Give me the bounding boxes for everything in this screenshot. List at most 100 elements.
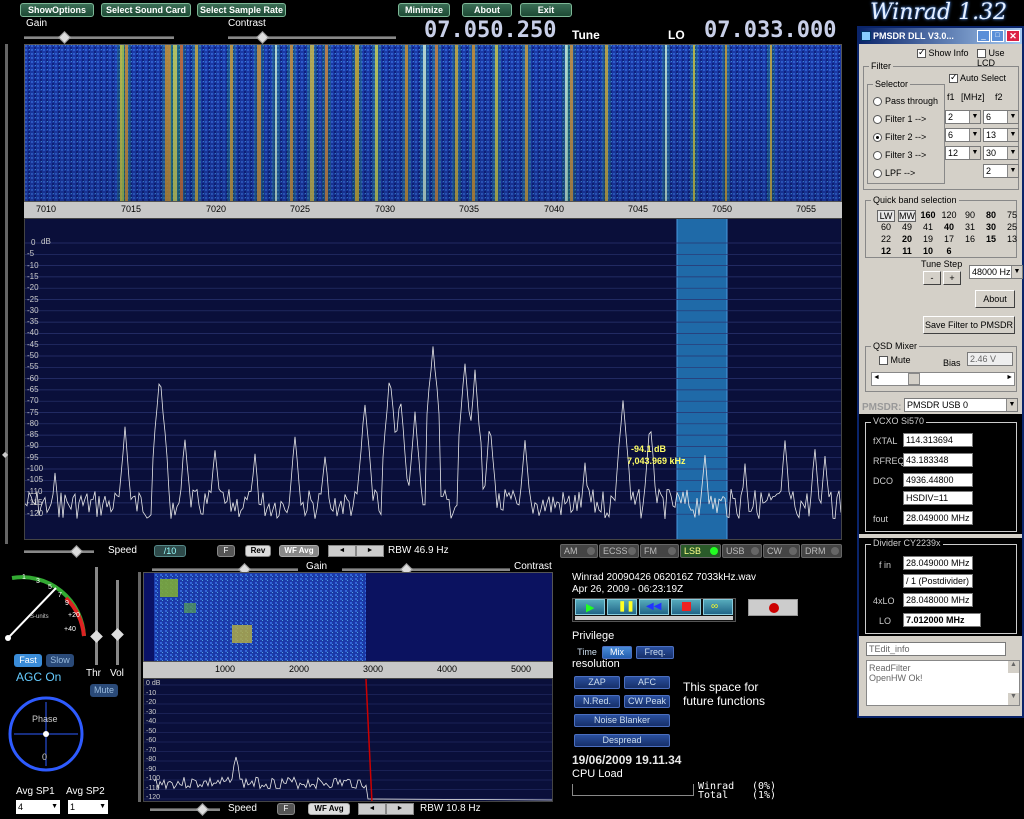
tune-frequency[interactable]: 07.050.250 — [424, 18, 556, 43]
band-button[interactable]: 15 — [982, 234, 1000, 244]
tune-step-minus[interactable]: - — [923, 271, 941, 285]
lower-rbw-up[interactable]: ► — [386, 803, 414, 815]
rbw-down-button[interactable]: ◄ — [328, 545, 356, 557]
log-scroll-down-icon[interactable]: ▼ — [1008, 693, 1019, 705]
band-button[interactable]: 40 — [940, 222, 958, 232]
mode-button-cw[interactable]: CW — [763, 544, 800, 558]
filter-radio-4[interactable]: LPF --> — [873, 168, 915, 179]
noise-blanker-button[interactable]: Noise Blanker — [574, 714, 670, 727]
f1-select[interactable]: 12 ▼ — [945, 146, 981, 160]
about-button[interactable]: About — [462, 3, 512, 17]
postdivider-field[interactable]: / 1 (Postdivider) — [903, 574, 973, 588]
band-button[interactable]: 30 — [982, 222, 1000, 232]
mute-checkbox[interactable]: Mute — [879, 355, 911, 366]
rewind-button[interactable]: ◀◀ — [639, 599, 669, 615]
f2-select[interactable]: 30 ▼ — [983, 146, 1019, 160]
window-close-icon[interactable]: ✕ — [1006, 30, 1020, 42]
band-button[interactable]: 31 — [961, 222, 979, 232]
filter-radio-0[interactable]: Pass through — [873, 96, 938, 107]
left-scroll-arrow-icon[interactable]: ◆ — [2, 450, 8, 459]
play-button[interactable]: ▶ — [575, 599, 605, 615]
contrast-slider[interactable] — [228, 31, 396, 44]
log-textarea[interactable]: ReadFilter OpenHW Ok! ▲ ▼ — [866, 660, 1020, 706]
lower-speed-knob[interactable] — [196, 803, 209, 816]
filter-radio-2[interactable]: Filter 2 --> — [873, 132, 926, 143]
x4lo-field[interactable]: 28.048000 MHz — [903, 593, 973, 607]
select-sound-card-button[interactable]: Select Sound Card — [101, 3, 191, 17]
exit-button[interactable]: Exit — [520, 3, 572, 17]
slow-button[interactable]: Slow — [46, 654, 74, 667]
lo-field[interactable]: 7.012000 MHz — [903, 613, 981, 627]
lower-wf-avg-button[interactable]: WF Avg — [308, 803, 350, 815]
waterfall-display[interactable] — [24, 44, 842, 202]
auto-select-checkbox[interactable]: Auto Select — [949, 72, 1006, 84]
bias-value[interactable]: 2.46 V — [967, 352, 1013, 366]
bias-slider[interactable]: ◄ ► — [871, 372, 1015, 386]
fast-button[interactable]: Fast — [14, 654, 42, 667]
window-minimize-icon[interactable]: _ — [977, 30, 990, 42]
lower-f-button[interactable]: F — [277, 803, 295, 815]
noise-reduction-button[interactable]: N.Red. — [574, 695, 620, 708]
stop-button[interactable] — [671, 599, 701, 615]
thr-slider[interactable] — [95, 567, 98, 665]
f2-select[interactable]: 6 ▼ — [983, 110, 1019, 124]
lower-gain-slider[interactable] — [152, 563, 298, 576]
wf-avg-button[interactable]: WF Avg — [279, 545, 319, 557]
mute-button[interactable]: Mute — [90, 684, 118, 697]
f2-select[interactable]: 2 ▼ — [983, 164, 1019, 178]
audio-spectrum[interactable]: 0 dB -10 -20 -30 -40 -50 -60 -70 -80 -90 -100 -110 -… — [143, 678, 553, 802]
mode-button-drm[interactable]: DRM — [801, 544, 842, 558]
band-button[interactable]: 60 — [877, 222, 895, 232]
band-button[interactable]: 17 — [940, 234, 958, 244]
zap-button[interactable]: ZAP — [574, 676, 620, 689]
filter-radio-3[interactable]: Filter 3 --> — [873, 150, 926, 161]
rbw-up-button[interactable]: ► — [356, 545, 384, 557]
band-button[interactable]: 19 — [919, 234, 937, 244]
bias-scroll-left-icon[interactable]: ◄ — [873, 374, 880, 381]
bias-scroll-thumb[interactable] — [908, 373, 920, 385]
avg-sp1-select[interactable]: 4 ▼ — [16, 800, 60, 814]
mode-button-fm[interactable]: FM — [640, 544, 679, 558]
mode-button-am[interactable]: AM — [560, 544, 598, 558]
tune-step-plus[interactable]: + — [943, 271, 961, 285]
show-options-button[interactable]: ShowOptions — [20, 3, 94, 17]
window-maximize-icon[interactable]: □ — [991, 30, 1004, 42]
afc-button[interactable]: AFC — [624, 676, 670, 689]
fxtal-field[interactable]: 114.313694 MHz — [903, 433, 973, 457]
fout-field[interactable]: 28.049000 MHz — [903, 511, 973, 525]
avg-sp2-select[interactable]: 1 ▼ — [68, 800, 108, 814]
filter-edge-line[interactable] — [365, 679, 373, 802]
band-button[interactable]: MW — [898, 210, 916, 222]
show-info-checkbox[interactable]: Show Info — [917, 47, 969, 59]
lower-left-scroll[interactable] — [138, 572, 141, 802]
bias-scroll-right-icon[interactable]: ► — [1006, 374, 1013, 381]
save-filter-button[interactable]: Save Filter to PMSDR — [923, 316, 1015, 334]
speed-value[interactable]: /10 — [154, 545, 186, 557]
lower-rbw-down[interactable]: ◄ — [358, 803, 386, 815]
pmsdr-about-button[interactable]: About — [975, 290, 1015, 308]
band-button[interactable]: 22 — [877, 234, 895, 244]
despread-button[interactable]: Despread — [574, 734, 670, 747]
left-scroll-track[interactable] — [5, 44, 8, 544]
band-button[interactable]: 75 — [1003, 210, 1021, 220]
privilege-freq-button[interactable]: Freq. — [636, 646, 674, 659]
band-button[interactable]: 80 — [982, 210, 1000, 220]
tedit-info[interactable]: TEdit_info — [866, 642, 1006, 656]
tune-step-select[interactable]: 48000 Hz ▼ — [969, 265, 1023, 279]
f2-select[interactable]: 13 ▼ — [983, 128, 1019, 142]
log-scroll-up-icon[interactable]: ▲ — [1008, 661, 1019, 673]
band-button[interactable]: LW — [877, 210, 895, 222]
rev-button[interactable]: Rev — [245, 545, 271, 557]
phase-dial[interactable]: Phase 0 — [6, 694, 86, 774]
band-button[interactable]: 120 — [940, 210, 958, 220]
band-button[interactable]: 6 — [940, 246, 958, 256]
loop-button[interactable]: ∞ — [703, 599, 733, 615]
vol-slider[interactable] — [116, 580, 119, 665]
audio-waterfall[interactable] — [143, 572, 553, 662]
pmsdr-device-select[interactable]: PMSDR USB 0 ▼ — [904, 398, 1018, 412]
spectrum-display[interactable]: dB -5 -10 -15 -20 -25 -30 -35 -40 -45 -50 -55 -60 -6… — [24, 218, 842, 540]
lower-contrast-slider[interactable] — [342, 563, 510, 576]
cw-peak-button[interactable]: CW Peak — [624, 695, 670, 708]
player-progress[interactable] — [575, 616, 733, 620]
minimize-button[interactable]: Minimize — [398, 3, 450, 17]
